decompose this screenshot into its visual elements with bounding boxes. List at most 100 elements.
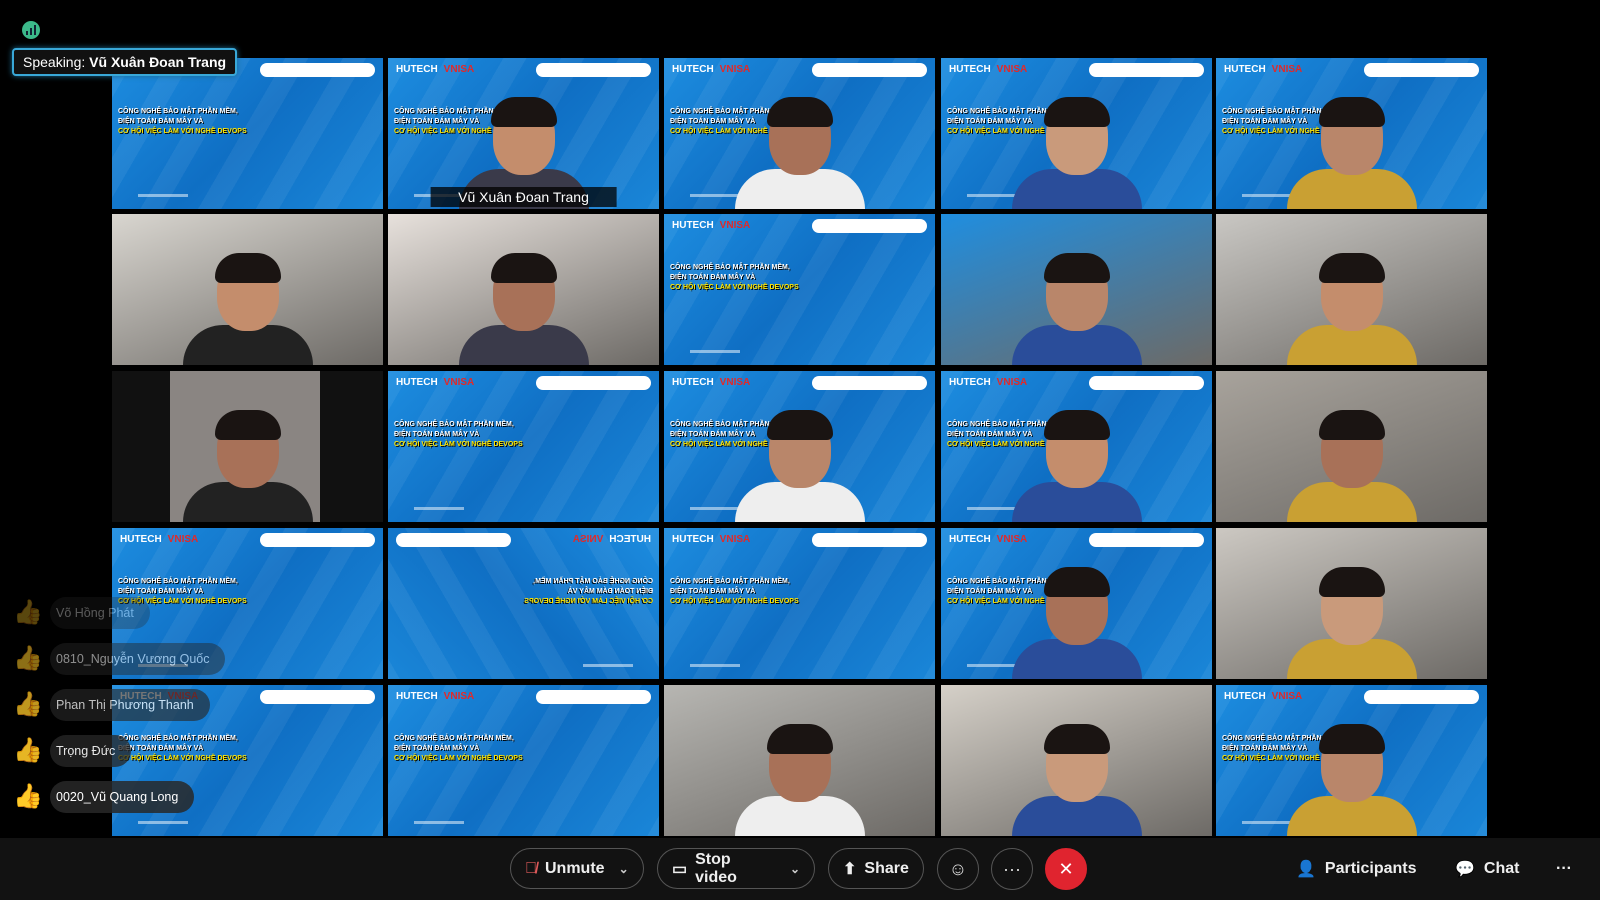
thumbs-up-icon: 👍 (13, 783, 43, 810)
shared-slide: HUTECHVNISA CÔNG NGHỆ BẢO MẬT PHẦN MỀM,Đ… (388, 371, 659, 522)
partner-logos (536, 63, 651, 77)
participant-video-tile[interactable] (941, 214, 1212, 365)
reaction-item: 👍 0020_Vũ Quang Long (12, 774, 225, 820)
reaction-sender-name: Võ Hồng Phát (50, 597, 150, 629)
shared-slide: HUTECHVNISA CÔNG NGHỆ BẢO MẬT PHẦN MỀM,Đ… (664, 214, 935, 365)
leave-meeting-button[interactable]: ✕ (1045, 848, 1087, 890)
hutech-logo: HUTECHVNISA (949, 377, 1028, 388)
chat-bubble-icon: 💬 (1455, 860, 1475, 878)
participant-person (1286, 97, 1417, 209)
participant-video-tile[interactable]: HUTECHVNISA CÔNG NGHỆ BẢO MẬT PHẦN MỀM,Đ… (664, 58, 935, 209)
unmute-button[interactable]: 🎙̸ Unmute ⌄ (510, 848, 644, 889)
participant-video-tile[interactable] (941, 685, 1212, 836)
partner-logos (1089, 533, 1204, 547)
hutech-logo: HUTECHVNISA (396, 691, 475, 702)
slide-title: CÔNG NGHỆ BẢO MẬT PHẦN MỀM, ĐIỆN TOÁN ĐÁM… (394, 735, 523, 762)
thumbs-up-icon: 👍 (13, 599, 43, 626)
participant-video-tile[interactable] (1216, 371, 1487, 522)
reaction-sender-name: Phan Thị Phương Thanh (50, 689, 210, 721)
chat-button[interactable]: 💬 Chat (1455, 848, 1519, 889)
participant-video-tile[interactable]: HUTECHVNISA CÔNG NGHỆ BẢO MẬT PHẦN MỀM,Đ… (388, 528, 659, 679)
participant-person (1286, 410, 1417, 522)
hutech-logo: HUTECHVNISA (396, 64, 475, 75)
participant-video-tile[interactable]: HUTECHVNISA CÔNG NGHỆ BẢO MẬT PHẦN MỀM,Đ… (388, 371, 659, 522)
partner-logos (1089, 376, 1204, 390)
participant-video-tile[interactable]: HUTECHVNISA CÔNG NGHỆ BẢO MẬT PHẦN MỀM,Đ… (112, 58, 383, 209)
partner-logos (536, 376, 651, 390)
participant-video-tile[interactable]: HUTECHVNISA CÔNG NGHỆ BẢO MẬT PHẦN MỀM,Đ… (941, 528, 1212, 679)
participant-video-tile[interactable]: HUTECHVNISA CÔNG NGHỆ BẢO MẬT PHẦN MỀM,Đ… (664, 371, 935, 522)
reactions-button[interactable]: ☺ (937, 848, 979, 890)
partner-logos (536, 690, 651, 704)
participant-video-tile[interactable]: HUTECHVNISA CÔNG NGHỆ BẢO MẬT PHẦN MỀM,Đ… (941, 371, 1212, 522)
participant-video-tile[interactable] (112, 214, 383, 365)
shared-slide: HUTECHVNISA CÔNG NGHỆ BẢO MẬT PHẦN MỀM,Đ… (388, 528, 659, 679)
participant-person (734, 724, 865, 836)
participant-video-tile[interactable]: HUTECHVNISA CÔNG NGHỆ BẢO MẬT PHẦN MỀM,Đ… (664, 214, 935, 365)
meeting-toolbar: 🎙̸ Unmute ⌄ ▭ Stop video ⌄ ⬆ Share ☺ ···… (0, 838, 1600, 900)
slide-title: CÔNG NGHỆ BẢO MẬT PHẦN MỀM, ĐIỆN TOÁN ĐÁM… (394, 421, 523, 448)
partner-logos (812, 376, 927, 390)
hutech-logo: HUTECHVNISA (672, 534, 751, 545)
meeting-stats-icon[interactable] (22, 21, 40, 39)
hutech-logo: HUTECHVNISA (120, 534, 199, 545)
participant-video-tile[interactable]: HUTECHVNISA CÔNG NGHỆ BẢO MẬT PHẦN MỀM,Đ… (1216, 685, 1487, 836)
partner-logos (1364, 690, 1479, 704)
participant-person (182, 410, 313, 522)
partner-logos (260, 63, 375, 77)
partner-logos (260, 533, 375, 547)
share-button[interactable]: ⬆ Share (828, 848, 924, 889)
partner-logos (812, 63, 927, 77)
reaction-sender-name: 0810_Nguyễn Vương Quốc (50, 643, 226, 675)
participant-person (1011, 567, 1142, 679)
slide-title: CÔNG NGHỆ BẢO MẬT PHẦN MỀM, ĐIỆN TOÁN ĐÁM… (524, 578, 653, 605)
hutech-logo: HUTECHVNISA (949, 64, 1028, 75)
participant-person (734, 97, 865, 209)
participant-person (1286, 724, 1417, 836)
participant-video-tile[interactable] (388, 214, 659, 365)
reaction-item: 👍 0810_Nguyễn Vương Quốc (12, 636, 226, 682)
hutech-logo: HUTECHVNISA (572, 534, 651, 545)
partner-logos (396, 533, 511, 547)
hutech-logo: HUTECHVNISA (672, 377, 751, 388)
participant-video-tile[interactable] (1216, 528, 1487, 679)
slide-title: CÔNG NGHỆ BẢO MẬT PHẦN MỀM, ĐIỆN TOÁN ĐÁM… (118, 108, 247, 135)
hutech-logo: HUTECHVNISA (949, 534, 1028, 545)
participant-person (182, 253, 313, 365)
overflow-menu-button[interactable]: ··· (1556, 848, 1572, 889)
hutech-logo: HUTECHVNISA (1224, 64, 1303, 75)
slide-title: CÔNG NGHỆ BẢO MẬT PHẦN MỀM, ĐIỆN TOÁN ĐÁM… (670, 264, 799, 291)
participant-person (734, 410, 865, 522)
participant-video-tile[interactable]: HUTECHVNISA CÔNG NGHỆ BẢO MẬT PHẦN MỀM,Đ… (941, 58, 1212, 209)
participant-person (1286, 567, 1417, 679)
participant-person (1011, 97, 1142, 209)
reaction-item: 👍 Võ Hồng Phát (12, 590, 225, 636)
participant-video-tile[interactable]: HUTECHVNISA CÔNG NGHỆ BẢO MẬT PHẦN MỀM,Đ… (664, 528, 935, 679)
stop-video-button[interactable]: ▭ Stop video ⌄ (657, 848, 815, 889)
chevron-down-icon[interactable]: ⌄ (790, 862, 800, 876)
muted-mic-icon: 🎙̸ (525, 859, 537, 877)
participant-video-tile[interactable]: HUTECHVNISA CÔNG NGHỆ BẢO MẬT PHẦN MỀM,Đ… (388, 58, 659, 209)
participant-person (1011, 410, 1142, 522)
active-speaker-name: Vũ Xuân Đoan Trang (89, 54, 227, 70)
thumbs-up-icon: 👍 (13, 737, 43, 764)
participant-person (1286, 253, 1417, 365)
reaction-item: 👍 Trọng Đức (12, 728, 225, 774)
partner-logos (260, 690, 375, 704)
partner-logos (1364, 63, 1479, 77)
participant-video-tile[interactable] (112, 371, 383, 522)
video-grid: HUTECHVNISA CÔNG NGHỆ BẢO MẬT PHẦN MỀM,Đ… (112, 58, 1488, 838)
chevron-down-icon[interactable]: ⌄ (619, 862, 629, 876)
participant-video-tile[interactable] (1216, 214, 1487, 365)
participant-video-tile[interactable] (664, 685, 935, 836)
more-options-button[interactable]: ··· (991, 848, 1033, 890)
hutech-logo: HUTECHVNISA (396, 377, 475, 388)
participants-button[interactable]: 👤 Participants (1296, 848, 1417, 889)
shared-slide: HUTECHVNISA CÔNG NGHỆ BẢO MẬT PHẦN MỀM,Đ… (112, 58, 383, 209)
participant-video-tile[interactable]: HUTECHVNISA CÔNG NGHỆ BẢO MẬT PHẦN MỀM,Đ… (388, 685, 659, 836)
reactions-feed: 👍 Võ Hồng Phát 👍 0810_Nguyễn Vương Quốc 👍 Pha… (12, 590, 226, 820)
close-icon: ✕ (1058, 858, 1074, 879)
partner-logos (812, 533, 927, 547)
participant-video-tile[interactable]: HUTECHVNISA CÔNG NGHỆ BẢO MẬT PHẦN MỀM,Đ… (1216, 58, 1487, 209)
video-camera-icon: ▭ (672, 860, 688, 878)
